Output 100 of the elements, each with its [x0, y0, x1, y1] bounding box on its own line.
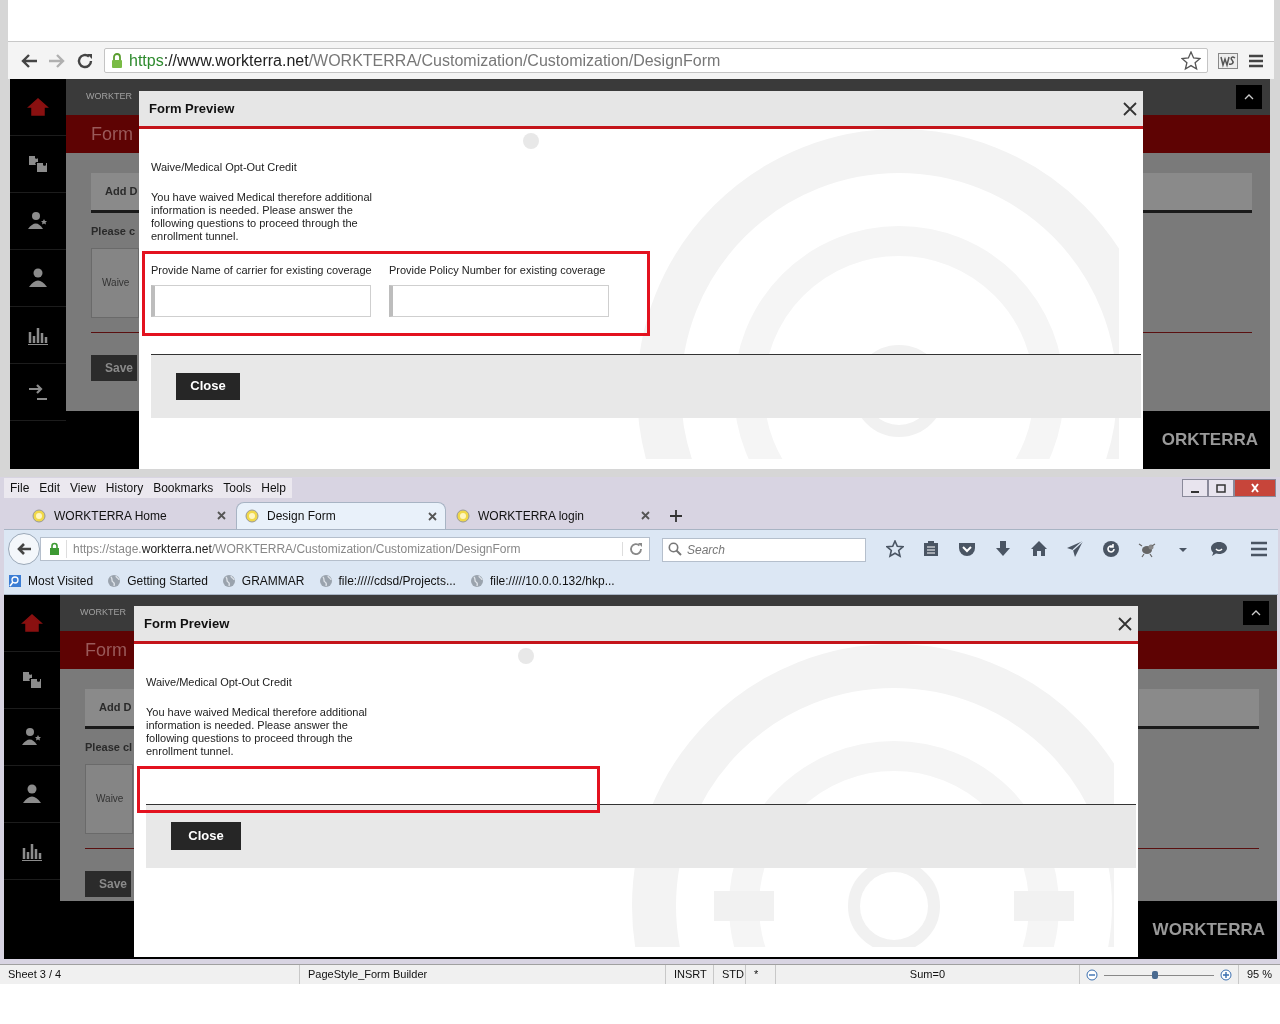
dialog-title: Form Preview [149, 99, 235, 118]
brand-text: WORKTER [86, 90, 132, 104]
close-icon[interactable] [217, 511, 226, 520]
designer-tab[interactable]: Add D [91, 173, 141, 210]
instruction-text: Please c [91, 224, 137, 239]
close-button[interactable] [1116, 614, 1134, 633]
zoom-in-icon[interactable] [1219, 968, 1232, 981]
close-icon [1118, 616, 1132, 631]
tab-title: Design Form [267, 508, 337, 525]
close-button[interactable] [1121, 99, 1139, 118]
person-icon[interactable] [27, 267, 49, 289]
back-button[interactable] [8, 532, 40, 565]
zoom-out-icon[interactable] [1085, 968, 1098, 981]
lock-icon [49, 542, 60, 555]
url-text: https://www.workterra.net/WORKTERRA/Customization/Customization/DesignForm [129, 50, 722, 71]
bookmark-item[interactable]: Getting Started [107, 571, 208, 590]
form-heading: Waive/Medical Opt-Out Credit [151, 160, 298, 175]
logo-text: ORKTERRA [1161, 429, 1258, 452]
text-field[interactable] [389, 285, 609, 317]
browser-tab[interactable]: WORKTERRA login [448, 502, 658, 529]
person-icon[interactable] [21, 783, 43, 805]
designer-tab[interactable]: Add D [85, 689, 135, 726]
tab-title: WORKTERRA login [478, 507, 586, 525]
history-icon[interactable] [1102, 539, 1120, 558]
lock-icon [111, 53, 123, 68]
zoom-level-readout: 95 % [1246, 967, 1272, 983]
puzzle-pieces-icon[interactable] [27, 153, 49, 175]
home-icon[interactable] [1030, 539, 1048, 558]
form-item[interactable]: Waive [91, 247, 139, 318]
star-icon[interactable] [886, 539, 904, 558]
bookmark-item[interactable]: file://///cdsd/Projects... [318, 571, 456, 590]
bookmark-item[interactable]: file://///10.0.0.132/hkp... [469, 571, 615, 590]
page-style-label: PageStyle_Form Builder [308, 967, 428, 983]
url-text: https://stage.workterra.net/WORKTERRA/Customization/Customization/DesignForm [66, 539, 616, 558]
person-star-icon[interactable] [21, 726, 43, 748]
puzzle-pieces-icon[interactable] [21, 669, 43, 691]
menu-item[interactable]: Edit [39, 479, 61, 497]
star-icon[interactable] [1181, 50, 1201, 71]
address-bar[interactable]: https://www.workterra.net/WORKTERRA/Customization/Customization/DesignForm [104, 48, 1208, 73]
caret-up-icon [1244, 94, 1254, 100]
maximize-icon [1213, 482, 1229, 494]
brand-text: WORKTER [80, 606, 126, 620]
menu-item[interactable]: History [105, 479, 144, 497]
close-icon[interactable] [428, 511, 437, 521]
extension-icon[interactable] [1218, 52, 1238, 69]
slider-thumb[interactable] [1151, 970, 1158, 979]
search-icon [668, 541, 682, 556]
instruction-text: Please cl [85, 740, 134, 755]
search-field[interactable]: Search [662, 537, 866, 562]
menu-item[interactable]: Bookmarks [153, 479, 214, 497]
insert-mode-label: INSRT [673, 967, 707, 983]
save-button[interactable]: Save [91, 354, 137, 381]
clipboard-list-icon[interactable] [922, 539, 940, 558]
person-star-icon[interactable] [27, 210, 49, 232]
close-button[interactable] [1234, 479, 1276, 497]
close-icon[interactable] [641, 511, 650, 520]
menu-item[interactable]: File [10, 479, 30, 497]
zoom-slider[interactable] [1103, 968, 1214, 981]
maximize-button[interactable] [1208, 479, 1234, 497]
browser-tab[interactable]: Design Form [236, 502, 446, 529]
sum-readout: Sum=0 [909, 967, 946, 983]
bookmark-item[interactable]: Most Visited [8, 571, 94, 590]
selection-mode-label: STD [721, 967, 744, 983]
dialog-title: Form Preview [144, 614, 230, 633]
menu-icon[interactable] [1250, 540, 1268, 557]
tab-title: WORKTERRA Home [54, 507, 168, 525]
logo-text: WORKTERRA [1152, 919, 1265, 942]
close-button[interactable]: Close [171, 822, 241, 850]
caret-up-icon [1251, 610, 1261, 616]
form-heading: Waive/Medical Opt-Out Credit [146, 675, 293, 690]
page-title: Form [85, 638, 127, 662]
address-bar[interactable]: https://stage.workterra.net/WORKTERRA/Customization/Customization/DesignForm [40, 536, 650, 561]
arrow-to-line-icon[interactable] [27, 381, 49, 403]
menu-item[interactable]: View [70, 479, 96, 497]
magnifier-page-icon [8, 573, 22, 588]
menu-item[interactable]: Help [261, 479, 286, 497]
browser-tab[interactable]: WORKTERRA Home [24, 502, 234, 529]
scroll-up-button[interactable] [1243, 601, 1269, 625]
download-icon[interactable] [994, 539, 1012, 558]
minimize-button[interactable] [1182, 479, 1208, 497]
form-message: You have waived Medical therefore additional information is needed. Please answer the following questions to proceed through the enrollment tunnel. [151, 190, 373, 243]
form-message: You have waived Medical therefore additional information is needed. Please answer the following questions to proceed through the enrollment tunnel. [146, 705, 368, 758]
back-icon [16, 541, 32, 556]
menu-item[interactable]: Tools [223, 479, 252, 497]
page-title: Form [91, 122, 133, 146]
scroll-up-button[interactable] [1236, 85, 1262, 109]
modified-indicator: * [753, 967, 759, 983]
text-field[interactable] [151, 285, 371, 317]
back-icon[interactable] [20, 52, 38, 69]
paper-plane-icon[interactable] [1066, 539, 1084, 558]
menu-icon[interactable] [1248, 53, 1264, 68]
sheet-indicator: Sheet 3 / 4 [8, 967, 62, 983]
reload-icon[interactable] [76, 51, 94, 70]
close-button[interactable]: Close [176, 372, 240, 400]
bookmark-item[interactable]: GRAMMAR [221, 571, 305, 590]
plus-icon[interactable] [670, 510, 682, 522]
save-button[interactable]: Save [85, 870, 131, 897]
form-item[interactable]: Waive [85, 763, 133, 834]
field-label: Provide Name of carrier for existing coverage [151, 262, 371, 278]
chat-bubble-icon[interactable] [1210, 539, 1228, 558]
